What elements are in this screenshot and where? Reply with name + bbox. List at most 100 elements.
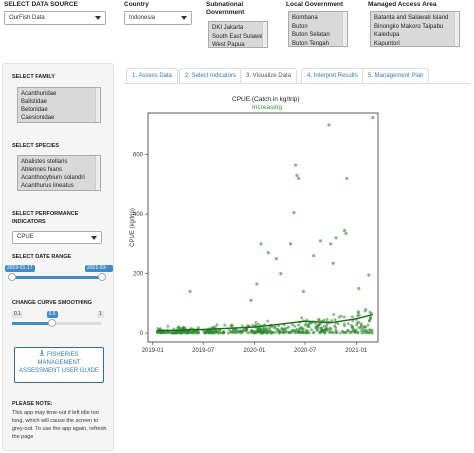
data-point — [327, 328, 331, 332]
family-option[interactable]: Belonidae — [21, 106, 97, 114]
species-option[interactable]: Ablennes hians — [21, 166, 97, 174]
data-point — [312, 254, 316, 258]
scrollbar[interactable] — [262, 22, 267, 47]
data-point — [171, 331, 175, 335]
data-point — [328, 331, 332, 335]
data-point — [329, 242, 333, 246]
data-point — [338, 331, 342, 335]
data-point — [262, 331, 266, 335]
data-point — [176, 326, 180, 330]
data-point — [214, 330, 218, 334]
managed-access-option[interactable]: Kapuntori — [374, 40, 456, 47]
managed-access-option[interactable]: Kaledupa — [374, 31, 456, 40]
data-point — [258, 330, 262, 334]
subnational-option[interactable]: West Papua — [212, 41, 264, 47]
data-point — [238, 330, 242, 334]
data-point — [184, 329, 188, 333]
date-end-handle[interactable] — [98, 273, 106, 281]
data-point — [368, 317, 372, 321]
tab-interpret-results[interactable]: 4. Interpret Results — [301, 68, 364, 84]
indicator-select[interactable]: CPUE — [12, 231, 102, 244]
scrollbar[interactable] — [454, 12, 459, 46]
smoothing-min-tag: 0.1 — [12, 311, 23, 318]
data-point — [341, 330, 345, 334]
data-point — [362, 325, 366, 329]
data-point — [174, 330, 178, 334]
plot-frame — [147, 112, 379, 343]
data-point — [356, 311, 360, 315]
data-point — [208, 328, 212, 332]
managed-access-option[interactable]: Batanta and Salawati Island — [374, 14, 456, 23]
species-list[interactable]: Abalistes stellaris Ablennes hians Acantho… — [17, 155, 101, 191]
data-point — [357, 320, 361, 324]
data-point — [281, 331, 285, 335]
tab-management-plan[interactable]: 5. Management Plan — [362, 68, 430, 84]
data-point — [269, 331, 273, 335]
data-point — [184, 330, 188, 334]
data-point — [188, 329, 192, 333]
data-point — [277, 331, 281, 335]
family-list[interactable]: Acanthuridae Balistidae Belonidae Caesionid… — [17, 87, 101, 123]
data-point — [325, 320, 329, 324]
data-point — [292, 329, 296, 333]
data-point — [322, 329, 326, 333]
tab-select-indicators[interactable]: 2. Select Indicators — [179, 68, 243, 84]
user-guide-button[interactable]: FISHERIES MANAGEMENT ASSESSMENT USER GUI… — [14, 347, 104, 383]
managed-access-option[interactable]: Binongko Makoro Taipabu — [374, 23, 456, 32]
data-point — [161, 330, 165, 334]
subnational-list[interactable]: DKI Jakarta South East Sulawesi West Papua — [208, 21, 268, 48]
data-point — [207, 331, 211, 335]
species-option[interactable]: Abalistes stellaris — [21, 158, 97, 166]
data-point — [253, 325, 257, 329]
data-point — [294, 328, 298, 332]
date-start-handle[interactable] — [8, 273, 16, 281]
data-point — [263, 330, 267, 334]
data-point — [172, 327, 176, 331]
data-point — [240, 324, 244, 328]
data-source-select[interactable]: OurFish Data — [4, 11, 106, 25]
local-gov-option[interactable]: Bombana — [292, 14, 344, 23]
data-point — [345, 176, 349, 181]
data-point — [351, 325, 355, 329]
note-text: This app may time-out if left idle too l… — [12, 410, 107, 440]
data-point — [279, 271, 283, 276]
data-point — [244, 326, 248, 330]
data-point — [342, 228, 347, 233]
data-point — [263, 323, 267, 327]
family-option[interactable]: Caesionidae — [21, 114, 97, 122]
data-point — [222, 330, 226, 334]
family-option[interactable]: Balistidae — [21, 98, 97, 106]
subnational-option[interactable]: South East Sulawesi — [212, 33, 267, 42]
data-point — [304, 322, 308, 326]
local-gov-option[interactable]: Buton Selatan — [292, 31, 344, 40]
family-option[interactable]: Acanthuridae — [21, 90, 97, 98]
country-select[interactable]: Indonesia — [124, 11, 192, 25]
y-tick-label: 0 — [140, 331, 144, 337]
local-gov-list[interactable]: Bombana Buton Buton Selatan Buton Tengah — [288, 11, 348, 47]
scrollbar[interactable] — [95, 156, 100, 190]
data-point — [259, 331, 263, 335]
data-point — [178, 328, 182, 332]
data-point — [318, 331, 322, 335]
data-point — [166, 324, 170, 328]
smoothing-handle[interactable] — [47, 319, 56, 327]
data-point — [170, 331, 174, 335]
local-gov-option[interactable]: Buton Tengah — [292, 40, 344, 47]
data-point — [247, 331, 251, 335]
data-point — [211, 326, 215, 330]
data-point — [269, 323, 273, 327]
tab-assess-data[interactable]: 1. Assess Data — [126, 68, 179, 84]
local-gov-option[interactable]: Buton — [292, 23, 344, 32]
data-point — [282, 328, 286, 332]
data-point — [259, 242, 263, 246]
managed-access-list[interactable]: Batanta and Salawati Island Binongko Mako… — [370, 11, 460, 47]
data-point — [265, 329, 269, 333]
species-option[interactable]: Acanthurus lineatus — [21, 182, 97, 190]
tab-visualize-data[interactable]: 3. Visualize Data — [240, 68, 297, 84]
x-tick-label: 2019-01 — [142, 348, 165, 354]
subnational-option[interactable]: DKI Jakarta — [212, 24, 264, 33]
data-point — [244, 328, 248, 332]
scrollbar[interactable] — [342, 12, 347, 46]
species-option[interactable]: Acanthocybium solandri — [21, 174, 97, 182]
scrollbar[interactable] — [95, 88, 100, 122]
